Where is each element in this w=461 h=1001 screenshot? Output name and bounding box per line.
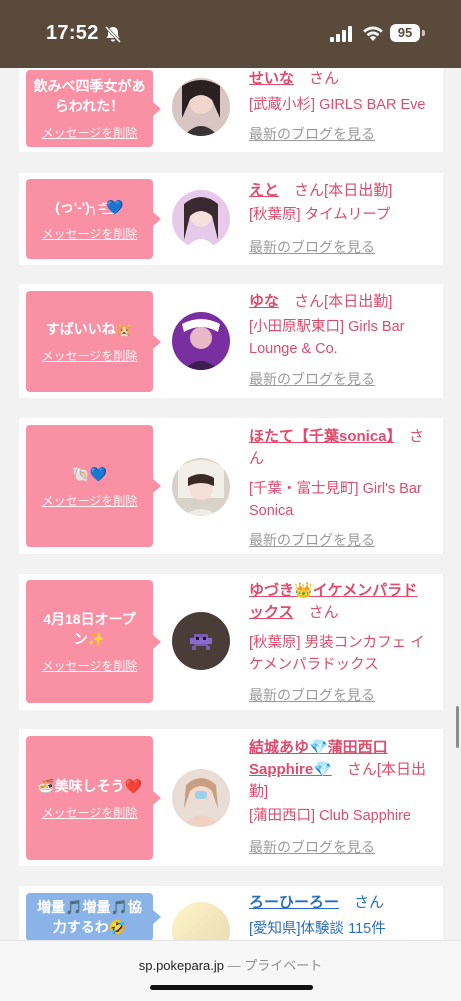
- battery-cap: [422, 30, 425, 36]
- wifi-icon: [363, 26, 383, 41]
- bell-muted-icon: [104, 25, 122, 44]
- message-card: すばいいね🐹 メッセージを削除 ゆな さん[本日出勤] [小田原駅東口] Gir…: [19, 284, 443, 398]
- message-card: 飲みベ四季女があらわれた！ メッセージを削除 せいな さん [武蔵小杉] GIR…: [19, 68, 443, 152]
- shop-name[interactable]: [秋葉原] 男装コンカフェ イケメンパラドックス: [249, 632, 439, 676]
- message-bubble: 増量🎵増量🎵協力するわ🤣: [26, 893, 161, 941]
- message-text: すばいいね🐹: [45, 321, 134, 337]
- san-label: さん: [308, 604, 339, 621]
- avatar[interactable]: [172, 78, 230, 136]
- avatar[interactable]: [172, 769, 230, 827]
- url-line[interactable]: sp.pokepara.jp — プライベート: [0, 955, 461, 974]
- latest-blog-link[interactable]: 最新のブログを見る: [249, 685, 439, 705]
- url-domain: sp.pokepara.jp: [138, 958, 225, 973]
- message-text: 🐚💙: [72, 465, 107, 482]
- message-bubble: すばいいね🐹 メッセージを削除: [26, 291, 161, 392]
- san-label: さん: [294, 182, 325, 199]
- message-text: 4月18日オープン✨: [43, 611, 136, 647]
- delete-message-link[interactable]: メッセージを削除: [42, 124, 138, 141]
- message-bubble: (っ'-')╮=͟͟͞͞💙 メッセージを削除: [26, 179, 161, 259]
- san-label: さん: [354, 894, 385, 911]
- message-card: 4月18日オープン✨ メッセージを削除 ゆづき👑イケメンパラドックス さん [秋…: [19, 574, 443, 710]
- scroll-indicator[interactable]: [456, 706, 459, 748]
- avatar[interactable]: [172, 190, 230, 248]
- girl-info: ゆづき👑イケメンパラドックス さん [秋葉原] 男装コンカフェ イケメンパラドッ…: [249, 580, 439, 705]
- message-card: 🐚💙 メッセージを削除 ほたて【千葉sonica】 さん [千葉・富士見町] G…: [19, 418, 443, 554]
- latest-blog-link[interactable]: 最新のブログを見る: [249, 837, 439, 857]
- message-text: 🍜美味しそう❤️: [37, 777, 142, 794]
- latest-blog-link[interactable]: 最新のブログを見る: [249, 530, 439, 550]
- girl-name-link[interactable]: せいな: [249, 70, 294, 87]
- message-card: 🍜美味しそう❤️ メッセージを削除 結城あゆ💎蒲田西口Sapphire💎 さん[…: [19, 729, 443, 866]
- delete-message-link[interactable]: メッセージを削除: [42, 804, 138, 821]
- status-bar: 17:52 95: [0, 0, 461, 68]
- san-label: さん: [294, 293, 325, 310]
- delete-message-link[interactable]: メッセージを削除: [42, 225, 138, 242]
- message-text: 飲みベ四季女があらわれた！: [33, 78, 146, 114]
- browser-address-bar[interactable]: sp.pokepara.jp — プライベート: [0, 940, 461, 1001]
- cellular-signal-icon: [330, 26, 352, 42]
- message-text: (っ'-')╮=͟͟͞͞💙: [55, 198, 124, 215]
- latest-blog-link[interactable]: 最新のブログを見る: [249, 369, 439, 389]
- shop-name[interactable]: [小田原駅東口] Girls Bar Lounge & Co.: [249, 316, 439, 360]
- shop-name[interactable]: [蒲田西口] Club Sapphire: [249, 805, 439, 827]
- san-label: さん: [346, 761, 377, 778]
- latest-blog-link[interactable]: 最新のブログを見る: [249, 124, 439, 144]
- delete-message-link[interactable]: メッセージを削除: [42, 492, 138, 509]
- status-time: 17:52: [46, 22, 99, 44]
- girl-info: ろーひーろー さん [愛知県]体験談 115件: [249, 892, 439, 940]
- home-indicator[interactable]: [150, 985, 313, 990]
- girl-info: ほたて【千葉sonica】 さん [千葉・富士見町] Girl's Bar So…: [249, 426, 439, 550]
- avatar[interactable]: [172, 458, 230, 516]
- delete-message-link[interactable]: メッセージを削除: [42, 657, 138, 674]
- latest-blog-link[interactable]: 最新のブログを見る: [249, 237, 439, 257]
- delete-message-link[interactable]: メッセージを削除: [42, 347, 138, 364]
- girl-name-link[interactable]: ゆな: [249, 293, 279, 310]
- today-attendance: [本日出勤]: [324, 293, 393, 310]
- private-mode-label: — プライベート: [227, 958, 323, 973]
- message-bubble: 🐚💙 メッセージを削除: [26, 425, 161, 547]
- girl-info: せいな さん [武蔵小杉] GIRLS BAR Eve 最新のブログを見る: [249, 68, 439, 144]
- girl-info: えと さん[本日出勤] [秋葉原] タイムリープ 最新のブログを見る: [249, 180, 439, 257]
- girl-name-link[interactable]: えと: [249, 182, 279, 199]
- avatar[interactable]: [172, 312, 230, 370]
- shop-name[interactable]: [愛知県]体験談 115件: [249, 918, 439, 940]
- message-bubble: 4月18日オープン✨ メッセージを削除: [26, 580, 161, 703]
- girl-name-link[interactable]: ろーひーろー: [249, 894, 339, 911]
- girl-info: 結城あゆ💎蒲田西口Sapphire💎 さん[本日出勤] [蒲田西口] Club …: [249, 737, 439, 857]
- shop-name[interactable]: [武蔵小杉] GIRLS BAR Eve: [249, 94, 439, 116]
- today-attendance: [本日出勤]: [324, 182, 393, 199]
- shop-name[interactable]: [秋葉原] タイムリープ: [249, 204, 439, 226]
- san-label: さん: [309, 70, 340, 87]
- girl-name-link[interactable]: ほたて【千葉sonica】: [249, 428, 394, 445]
- avatar[interactable]: [172, 612, 230, 670]
- message-bubble: 飲みベ四季女があらわれた！ メッセージを削除: [26, 70, 161, 147]
- message-card: (っ'-')╮=͟͟͞͞💙 メッセージを削除 えと さん[本日出勤] [秋葉原]…: [19, 173, 443, 265]
- girl-info: ゆな さん[本日出勤] [小田原駅東口] Girls Bar Lounge & …: [249, 291, 439, 389]
- message-text: 増量🎵増量🎵協力するわ🤣: [37, 899, 142, 935]
- message-bubble: 🍜美味しそう❤️ メッセージを削除: [26, 736, 161, 860]
- battery-indicator: 95: [390, 24, 420, 42]
- shop-name[interactable]: [千葉・富士見町] Girl's Bar Sonica: [249, 478, 439, 522]
